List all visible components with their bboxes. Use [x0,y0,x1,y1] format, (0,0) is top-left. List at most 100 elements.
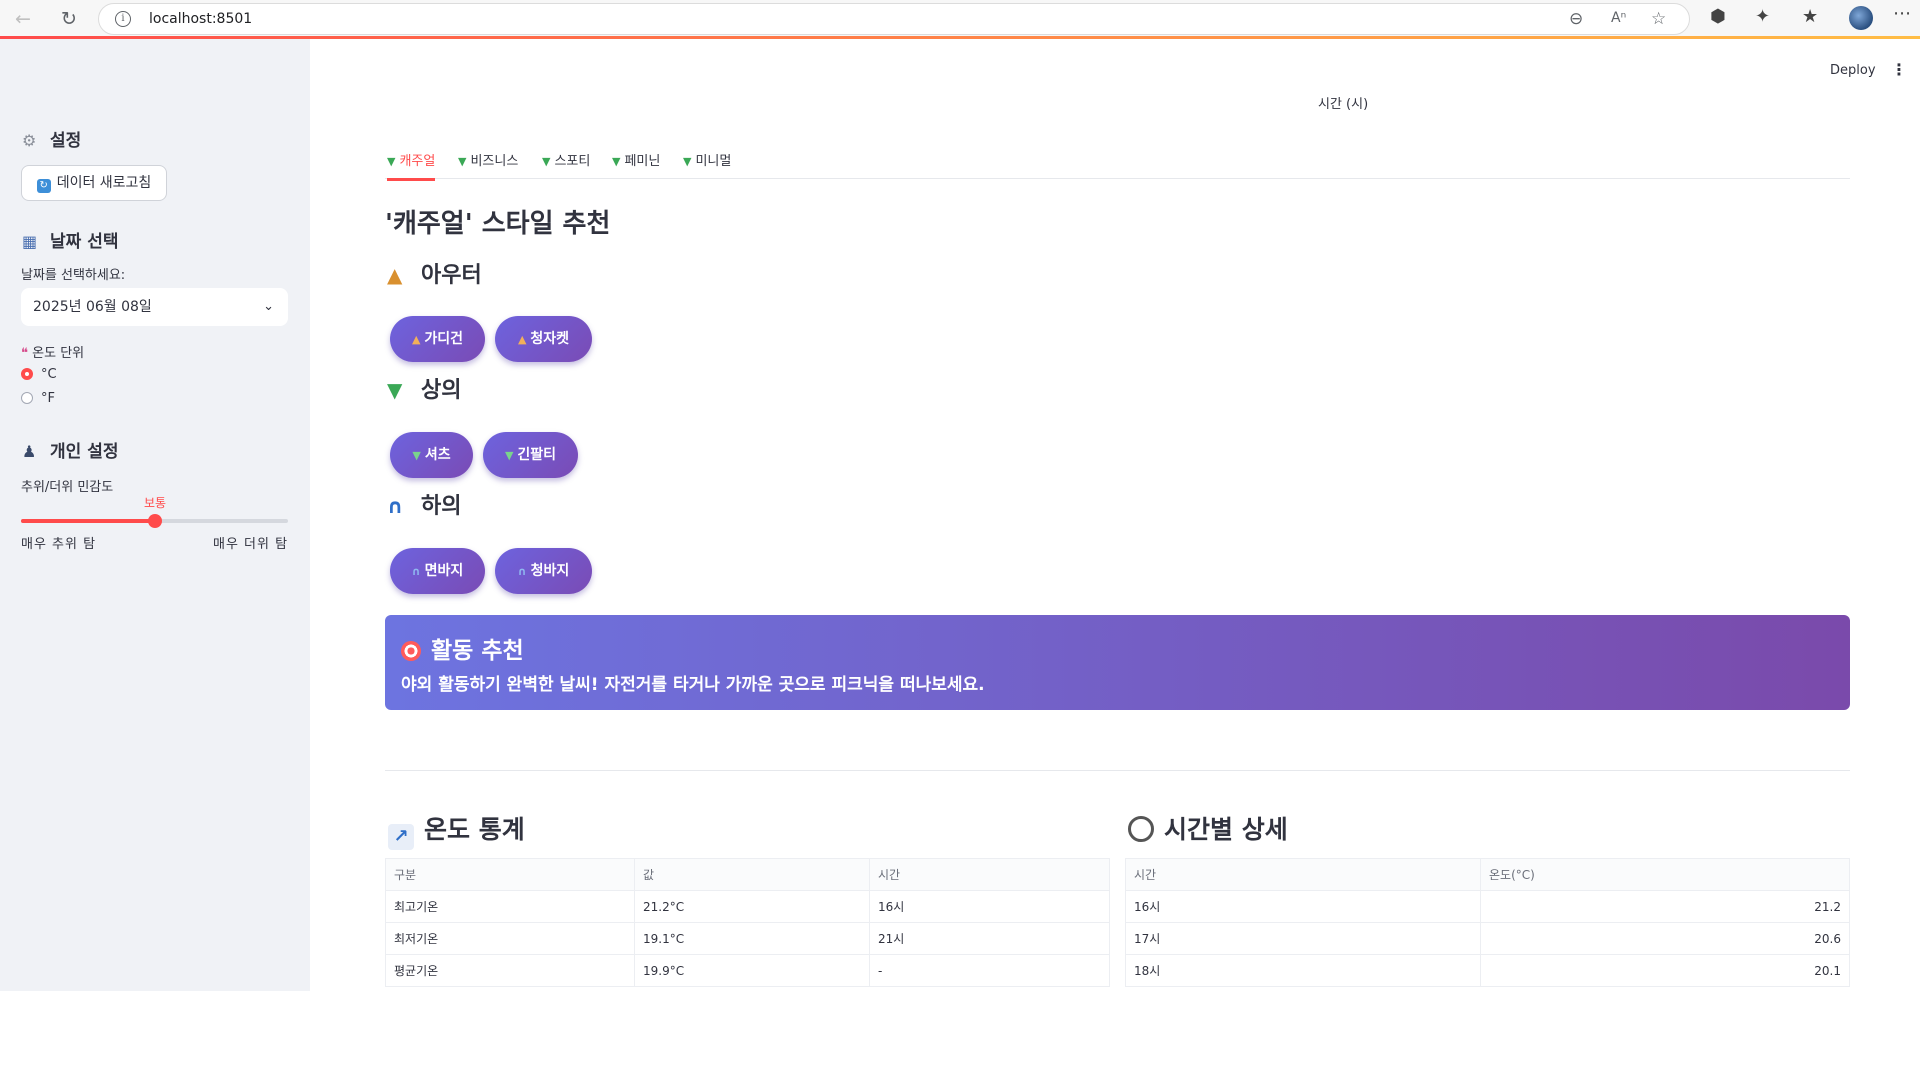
date-select-value: 2025년 06월 08일 [33,299,152,315]
shirt-icon: ▼ [412,449,421,462]
table-cell: 18시 [1125,954,1481,987]
activity-text: 야외 활동하기 완벽한 날씨! 자전거를 타거나 가까운 곳으로 피크닉을 떠나… [401,675,985,695]
item-pill[interactable]: ▲ 청자켓 [495,316,592,362]
jeans-icon: ∩ [517,565,527,578]
date-section-heading: ▦ 날짜 선택 [22,232,119,252]
slider-thumb[interactable] [148,514,162,528]
tab-business[interactable]: ▼ 비즈니스 [458,150,518,178]
table-row: 16시 21.2 [1125,890,1850,923]
chevron-down-icon: ⌄ [263,299,274,314]
section-divider [385,770,1850,771]
profile-avatar[interactable] [1849,6,1873,30]
tab-casual[interactable]: ▼ 캐주얼 [387,150,436,181]
tab-minimal[interactable]: ▼ 미니멀 [683,150,731,178]
column-header[interactable]: 시간 [869,858,1110,891]
read-aloud-icon[interactable]: Aⁿ [1611,10,1626,26]
bottom-heading: ∩ 하의 [387,494,462,519]
jeans-icon: ∩ [387,494,404,518]
favorites-list-icon[interactable]: ★ [1802,6,1818,27]
tab-feminine[interactable]: ▼ 페미닌 [612,150,660,178]
table-cell: - [869,954,1110,987]
sensitivity-label: 추위/더위 민감도 [21,480,114,495]
deploy-button[interactable]: Deploy [1830,63,1876,78]
date-prompt-label: 날짜를 선택하세요: [21,268,126,283]
calendar-icon: ▦ [22,232,38,251]
reload-icon[interactable]: ↻ [56,6,82,32]
jeans-icon: ∩ [411,565,421,578]
style-tabs: ▼ 캐주얼 ▼ 비즈니스 ▼ 스포티 ▼ 페미닌 ▼ 미니멀 [385,146,1850,181]
sidebar: ⚙ 설정 ↻ 데이터 새로고침 ▦ 날짜 선택 날짜를 선택하세요: 2025년 06… [0,39,310,991]
temp-unit-label: ❝ 온도 단위 [21,346,85,361]
thermometer-icon: ❝ [21,346,28,361]
main-menu-icon[interactable]: ⋮ [1891,60,1907,79]
date-select[interactable]: 2025년 06월 08일 ⌄ [21,288,288,326]
activity-title: 활동 추천 [401,631,524,665]
chart-trend-icon: ↗ [388,824,414,850]
shirt-icon: ▼ [612,155,621,168]
column-header[interactable]: 온도(°C) [1480,858,1850,891]
clock-icon [1128,816,1154,842]
address-bar[interactable]: i localhost:8501 ⊖ Aⁿ ☆ [98,3,1690,35]
column-header[interactable]: 값 [634,858,870,891]
temp-unit-fahrenheit-radio[interactable]: °F [21,391,55,406]
favorite-star-icon[interactable]: ☆ [1651,9,1666,29]
shirt-icon: ▼ [683,155,692,168]
back-icon[interactable]: ← [10,6,36,32]
sensitivity-value-label: 보통 [143,496,167,510]
outer-heading: ▲ 아우터 [387,263,482,288]
refresh-icon: ↻ [36,179,51,193]
column-header[interactable]: 구분 [385,858,635,891]
tab-sporty[interactable]: ▼ 스포티 [542,150,590,178]
person-icon: ♟ [22,442,37,461]
shirt-icon: ▼ [387,378,403,402]
target-icon [401,641,421,661]
gear-icon: ⚙ [22,131,37,150]
item-pill[interactable]: ▼ 셔츠 [390,432,473,478]
top-heading: ▼ 상의 [387,378,462,403]
table-row: 17시 20.6 [1125,922,1850,955]
table-cell: 21.2°C [634,890,870,923]
item-pill[interactable]: ∩ 청바지 [495,548,592,594]
radio-selected-icon [21,368,33,380]
shirt-icon: ▼ [542,155,551,168]
coat-icon: ▲ [517,333,527,346]
url-text: localhost:8501 [149,11,253,27]
table-cell: 19.1°C [634,922,870,955]
table-row: 최저기온 19.1°C 21시 [385,922,1110,955]
extensions-puzzle-icon[interactable]: ✦ [1755,6,1770,27]
browser-toolbar: ← ↻ i localhost:8501 ⊖ Aⁿ ☆ ⬢ ✦ ★ ⋯ [0,0,1920,37]
hourly-table: 시간 온도(°C) 16시 21.2 17시 20.6 18시 20.1 [1125,858,1850,987]
table-cell: 21.2 [1480,890,1850,923]
table-header-row: 시간 온도(°C) [1125,858,1850,891]
table-row: 18시 20.1 [1125,954,1850,987]
table-cell: 20.6 [1480,922,1850,955]
temp-stats-heading: ↗ 온도 통계 [388,810,525,850]
zoom-out-icon[interactable]: ⊖ [1569,9,1583,29]
refresh-data-button[interactable]: ↻ 데이터 새로고침 [21,165,167,201]
item-pill[interactable]: ∩ 면바지 [390,548,485,594]
item-pill[interactable]: ▲ 가디건 [390,316,485,362]
item-pill[interactable]: ▼ 긴팔티 [483,432,578,478]
more-options-icon[interactable]: ⋯ [1893,3,1911,24]
table-row: 최고기온 21.2°C 16시 [385,890,1110,923]
table-cell: 21시 [869,922,1110,955]
activity-banner: 활동 추천 야외 활동하기 완벽한 날씨! 자전거를 타거나 가까운 곳으로 피… [385,615,1850,710]
column-header[interactable]: 시간 [1125,858,1481,891]
slider-fill [21,519,155,523]
table-cell: 20.1 [1480,954,1850,987]
sensitivity-max-label: 매우 더위 탐 [213,537,289,552]
table-cell: 16시 [1125,890,1481,923]
table-header-row: 구분 값 시간 [385,858,1110,891]
style-title: '캐주얼' 스타일 추천 [385,209,611,239]
site-info-icon[interactable]: i [115,11,131,27]
shirt-icon: ▼ [387,155,396,168]
table-cell: 17시 [1125,922,1481,955]
coat-icon: ▲ [387,263,403,287]
chart-axis-label: 시간 (시) [1318,97,1369,112]
temp-stats-table: 구분 값 시간 최고기온 21.2°C 16시 최저기온 19.1°C 21시 … [385,858,1110,987]
radio-unselected-icon [21,392,33,404]
temp-unit-celsius-radio[interactable]: °C [21,367,57,382]
sensitivity-slider[interactable] [21,514,288,528]
extension-shield-icon[interactable]: ⬢ [1710,6,1726,27]
hourly-heading: 시간별 상세 [1128,810,1288,846]
